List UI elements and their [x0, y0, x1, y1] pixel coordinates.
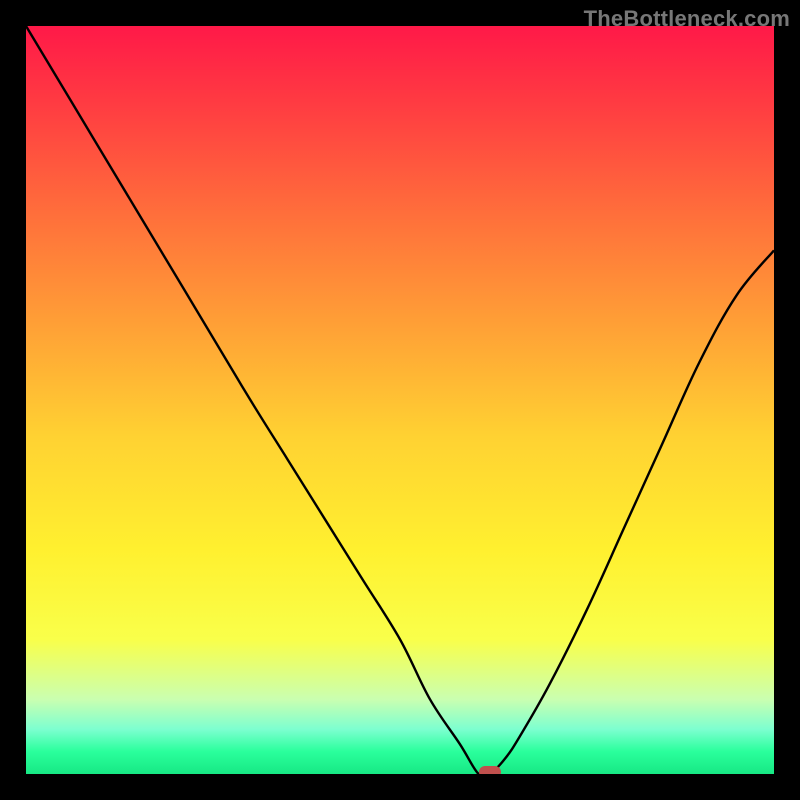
- bottleneck-curve: [26, 26, 774, 774]
- chart-frame: TheBottleneck.com: [0, 0, 800, 800]
- optimal-marker: [479, 766, 501, 774]
- watermark-text: TheBottleneck.com: [584, 6, 790, 32]
- plot-area: [26, 26, 774, 774]
